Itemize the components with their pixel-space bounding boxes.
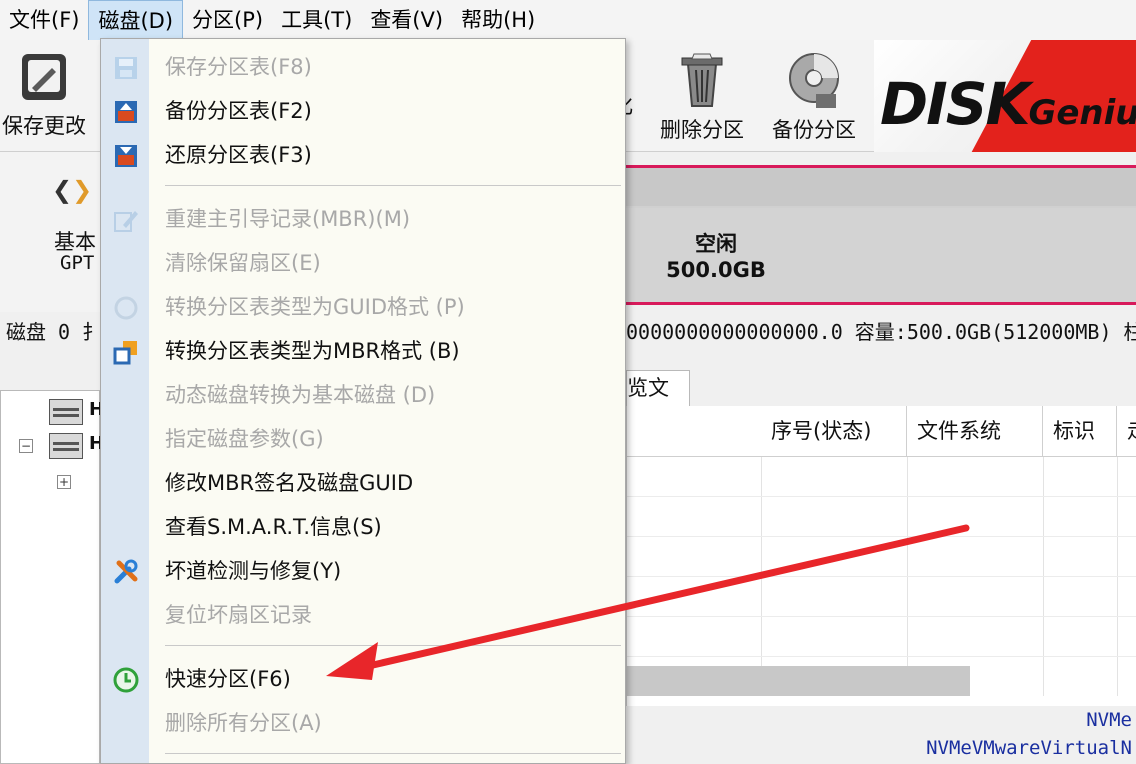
- menu-item-restore-partition-table[interactable]: 还原分区表(F3): [101, 133, 625, 177]
- menu-item-quick-partition[interactable]: 快速分区(F6): [101, 657, 625, 701]
- app-logo: DISKGeniu: [874, 40, 1136, 152]
- menu-item-convert-to-guid[interactable]: 转换分区表类型为GUID格式 (P): [101, 285, 625, 329]
- menu-disk[interactable]: 磁盘(D): [88, 0, 184, 40]
- col-header-next[interactable]: 走: [1117, 406, 1136, 456]
- convert-icon: [113, 341, 137, 365]
- horizontal-scrollbar[interactable]: [626, 666, 970, 696]
- hard-disk-icon: [49, 433, 83, 459]
- save-changes-icon: [22, 54, 66, 100]
- disc-icon: [789, 53, 839, 108]
- disk-info-left: 磁盘 0 扌: [6, 320, 103, 344]
- menu-item-bad-sector-check[interactable]: 坏道检测与修复(Y): [101, 549, 625, 593]
- disk-model-line1: NVMe: [1086, 709, 1132, 731]
- expand-icon[interactable]: +: [57, 475, 71, 489]
- disk-model-line2: NVMeVMwareVirtualN: [926, 737, 1132, 759]
- save-disk-icon: [115, 57, 137, 79]
- disk-tree: H − H +: [0, 390, 104, 764]
- save-changes-button[interactable]: 保存更改: [2, 50, 86, 140]
- menu-item-view-smart[interactable]: 查看S.M.A.R.T.信息(S): [101, 505, 625, 549]
- backup-table-icon: [115, 101, 137, 123]
- arrow-right-icon[interactable]: ❯: [72, 176, 92, 204]
- disk-nav: ❮❯ 基本 GPT: [0, 152, 100, 312]
- menu-item-set-disk-params[interactable]: 指定磁盘参数(G): [101, 417, 625, 461]
- arrow-left-icon[interactable]: ❮: [52, 176, 72, 204]
- backup-partition-label: 备份分区: [772, 118, 856, 142]
- tree-item-disk1[interactable]: − H: [19, 433, 104, 463]
- partition-table: 序号(状态) 文件系统 标识 走: [626, 406, 1136, 706]
- menu-item-save-partition-table[interactable]: 保存分区表(F8): [101, 45, 625, 89]
- restore-table-icon: [115, 145, 137, 167]
- circle-icon: [114, 296, 138, 320]
- tree-item-disk0[interactable]: H: [19, 399, 104, 429]
- col-header-filesystem[interactable]: 文件系统: [907, 406, 1043, 456]
- menu-tools[interactable]: 工具(T): [272, 0, 361, 40]
- menu-item-delete-all-partitions[interactable]: 删除所有分区(A): [101, 701, 625, 745]
- panel-tabs: 览文件: [626, 366, 1136, 406]
- pencil-icon: [114, 211, 138, 232]
- disk-map-bar[interactable]: 空闲 500.0GB: [626, 165, 1136, 305]
- delete-partition-button[interactable]: 删除分区: [660, 50, 744, 144]
- menu-item-rebuild-mbr[interactable]: 重建主引导记录(MBR)(M): [101, 197, 625, 241]
- menu-item-dynamic-to-basic[interactable]: 动态磁盘转换为基本磁盘 (D): [101, 373, 625, 417]
- menu-file[interactable]: 文件(F): [0, 0, 88, 40]
- partition-style-label: GPT: [60, 252, 95, 274]
- disk-model-info: NVMe NVMeVMwareVirtualN: [626, 706, 1136, 764]
- tools-icon: [114, 559, 138, 584]
- menu-item-modify-mbr-signature[interactable]: 修改MBR签名及磁盘GUID: [101, 461, 625, 505]
- menu-help[interactable]: 帮助(H): [452, 0, 544, 40]
- disk-menu-dropdown: 保存分区表(F8) 备份分区表(F2) 还原分区表(F3) 重建主引导记录(MB…: [100, 38, 626, 764]
- trash-icon: [681, 53, 723, 107]
- free-space-block[interactable]: 空闲 500.0GB: [626, 208, 1136, 302]
- menu-item-backup-partition-table[interactable]: 备份分区表(F2): [101, 89, 625, 133]
- save-changes-label: 保存更改: [2, 114, 86, 138]
- menu-bar: 文件(F) 磁盘(D) 分区(P) 工具(T) 查看(V) 帮助(H): [0, 0, 1136, 40]
- logo-text: DISKGeniu: [880, 70, 1136, 138]
- clock-icon: [113, 667, 139, 693]
- nav-arrows[interactable]: ❮❯: [52, 176, 92, 204]
- col-header-index[interactable]: 序号(状态): [761, 406, 907, 456]
- menu-view[interactable]: 查看(V): [361, 0, 452, 40]
- menu-item-reset-bad-sectors[interactable]: 复位坏扇区记录: [101, 593, 625, 637]
- menu-item-convert-to-mbr[interactable]: 转换分区表类型为MBR格式 (B): [101, 329, 625, 373]
- col-header-id[interactable]: 标识: [1043, 406, 1117, 456]
- collapse-icon[interactable]: −: [19, 439, 33, 453]
- hard-disk-icon: [49, 399, 83, 425]
- disk-info-right: 0000000000000000.0 容量:500.0GB(512000MB) …: [626, 320, 1136, 344]
- delete-partition-label: 删除分区: [660, 118, 744, 142]
- menu-item-clear-reserved-sectors[interactable]: 清除保留扇区(E): [101, 241, 625, 285]
- tab-browse-files[interactable]: 览文件: [626, 370, 690, 406]
- backup-partition-button[interactable]: 备份分区: [772, 50, 856, 144]
- menu-partition[interactable]: 分区(P): [183, 0, 272, 40]
